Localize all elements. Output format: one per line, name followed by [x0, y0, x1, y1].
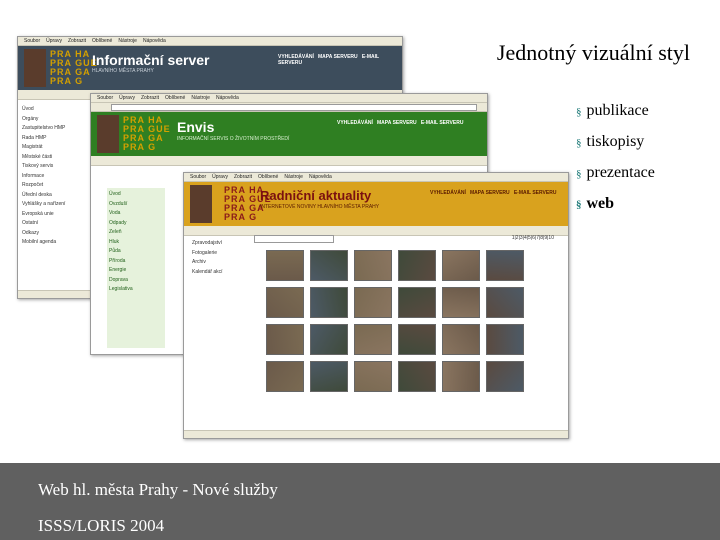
castle-photo — [190, 185, 212, 223]
photo-thumbnail[interactable] — [310, 324, 348, 355]
pagination[interactable]: 1|2|3|4|5|6|7|8|9|10 — [512, 235, 554, 241]
bullet-item: § publikace — [576, 102, 649, 119]
slide-title: Jednotný vizuální styl — [496, 40, 690, 65]
castle-photo — [24, 49, 46, 87]
photo-thumbnail[interactable] — [266, 361, 304, 392]
bullet-icon: § — [576, 199, 582, 211]
photo-thumbnail[interactable] — [266, 324, 304, 355]
photo-gallery — [266, 250, 524, 392]
top-nav: VYHLEDÁVÁNÍ MAPA SERVERU E-MAIL SERVERU — [278, 54, 379, 66]
bullet-icon: § — [576, 168, 582, 180]
footer-bar: Web hl. města Prahy - Nové služby ISSS/L… — [0, 463, 720, 540]
bullet-item: § tiskopisy — [576, 133, 645, 150]
sidebar: Úvod Orgány Zastupitelstvo HMP Rada HMP Magi… — [22, 106, 66, 245]
photo-thumbnail[interactable] — [442, 250, 480, 281]
photo-thumbnail[interactable] — [486, 324, 524, 355]
photo-thumbnail[interactable] — [442, 324, 480, 355]
site-subtitle: INTERNETOVÉ NOVINY HLAVNÍHO MĚSTA PRAHY — [260, 204, 380, 210]
site-header: PRA HA PRA GUE PRA GA PRA G Radniční aktual… — [184, 182, 568, 226]
photo-thumbnail[interactable] — [310, 250, 348, 281]
photo-thumbnail[interactable] — [398, 250, 436, 281]
site-name: Envis — [177, 119, 215, 135]
photo-thumbnail[interactable] — [398, 361, 436, 392]
bullet-icon: § — [576, 137, 582, 149]
footer-line-2: ISSS/LORIS 2004 — [38, 516, 165, 535]
menu-bar: Soubor Úpravy Zobrazit Oblíbené Nástroje Nápo… — [91, 94, 487, 103]
category-select[interactable] — [254, 235, 334, 243]
bullet-item: § web — [576, 195, 615, 212]
top-nav: VYHLEDÁVÁNÍ MAPA SERVERU E-MAIL SERVERU — [337, 120, 464, 126]
site-header: PRA HA PRA GUE PRA GA PRA G Informační serv… — [18, 46, 402, 90]
sidebar: Úvod Ovzduší Voda Odpady Zeleň Hluk Půda Přírod… — [109, 191, 133, 292]
praha-logo: PRA HA PRA GUE PRA GA PRA G — [50, 49, 98, 86]
photo-thumbnail[interactable] — [398, 287, 436, 318]
photo-thumbnail[interactable] — [486, 361, 524, 392]
sidebar: Zpravodajství Fotogalerie Archiv Kalendář a… — [192, 240, 223, 275]
photo-thumbnail[interactable] — [354, 324, 392, 355]
status-bar — [184, 430, 568, 438]
photo-thumbnail[interactable] — [398, 324, 436, 355]
menu-bar: Soubor Úpravy Zobrazit Oblíbené Nástroje Nápo… — [184, 173, 568, 182]
footer-line-1: Web hl. města Prahy - Nové služby — [38, 480, 278, 499]
photo-thumbnail[interactable] — [310, 287, 348, 318]
bullet-item: § prezentace — [576, 164, 655, 181]
address-bar[interactable] — [91, 103, 487, 112]
photo-thumbnail[interactable] — [354, 361, 392, 392]
top-nav: VYHLEDÁVÁNÍ MAPA SERVERU E-MAIL SERVERU — [430, 190, 557, 196]
photo-thumbnail[interactable] — [486, 287, 524, 318]
toolbar — [184, 226, 568, 236]
site-subtitle: HLAVNÍHO MĚSTA PRAHY — [92, 68, 154, 74]
praha-logo: PRA HA PRA GUE PRA GA PRA G — [123, 115, 171, 152]
castle-photo — [97, 115, 119, 153]
toolbar — [91, 156, 487, 166]
bullet-list: § publikace § tiskopisy § prezentace § web — [576, 96, 655, 220]
site-name: Radniční aktuality — [260, 188, 372, 203]
site-header: PRA HA PRA GUE PRA GA PRA G Envis INFORMAČN… — [91, 112, 487, 156]
photo-thumbnail[interactable] — [354, 287, 392, 318]
photo-thumbnail[interactable] — [354, 250, 392, 281]
site-name: Informační server — [92, 52, 210, 68]
photo-thumbnail[interactable] — [442, 361, 480, 392]
photo-thumbnail[interactable] — [266, 287, 304, 318]
bullet-icon: § — [576, 106, 582, 118]
menu-bar: Soubor Úpravy Zobrazit Oblíbené Nástroje Nápo… — [18, 37, 402, 46]
site-subtitle: INFORMAČNÍ SERVIS O ŽIVOTNÍM PROSTŘEDÍ — [177, 136, 290, 142]
photo-thumbnail[interactable] — [310, 361, 348, 392]
photo-thumbnail[interactable] — [266, 250, 304, 281]
photo-thumbnail[interactable] — [486, 250, 524, 281]
url-field[interactable] — [111, 104, 477, 111]
photo-thumbnail[interactable] — [442, 287, 480, 318]
